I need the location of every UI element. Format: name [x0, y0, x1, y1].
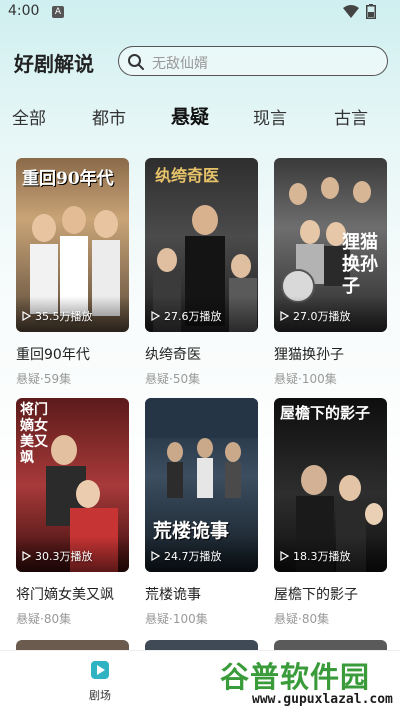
play-count-text: 27.6万播放 [164, 310, 222, 323]
drama-card[interactable]: 狸猫换孙子 27.0万播放 狸猫换孙子 悬疑·100集 [274, 158, 387, 387]
drama-meta: 悬疑·100集 [145, 612, 208, 626]
tab-urban[interactable]: 都市 [92, 104, 126, 129]
app-title: 好剧解说 [14, 52, 94, 76]
header: 好剧解说 无敌仙婿 [0, 40, 400, 86]
play-count-text: 35.5万播放 [35, 310, 93, 323]
poster-title: 屋檐下的影子 [280, 404, 371, 422]
category-tabs: 全部 都市 悬疑 现言 古言 [0, 100, 400, 134]
notification-icon: A [52, 6, 64, 18]
status-bar: 4:00 A [0, 0, 400, 24]
poster-title: 将门嫡女美又飒 [20, 402, 48, 466]
play-count: 27.6万播放 [151, 308, 222, 324]
drama-card[interactable]: 屋檐下的影子 18.3万播放 屋檐下的影子 悬疑·80集 [274, 398, 387, 627]
drama-title[interactable]: 荒楼诡事 [145, 584, 258, 604]
play-icon [151, 551, 160, 561]
play-count-text: 30.3万播放 [35, 550, 93, 563]
drama-card[interactable]: 重回90年代 35.5万播放 重回90年代 悬疑·59集 [16, 158, 129, 387]
play-icon [22, 551, 31, 561]
drama-meta: 悬疑·80集 [16, 612, 72, 626]
theater-icon [91, 661, 109, 679]
drama-card[interactable]: 将门嫡女美又飒 30.3万播放 将门嫡女美又飒 悬疑·80集 [16, 398, 129, 627]
nav-theater[interactable]: 剧场 [80, 659, 120, 703]
wifi-icon [343, 4, 359, 23]
drama-poster[interactable]: 狸猫换孙子 27.0万播放 [274, 158, 387, 332]
play-count-text: 24.7万播放 [164, 550, 222, 563]
play-icon [22, 311, 31, 321]
tab-modern-romance[interactable]: 现言 [253, 104, 287, 129]
watermark: 谷普软件园 www.gupuxlazal.com [212, 650, 400, 714]
search-placeholder: 无敌仙婿 [152, 56, 208, 72]
drama-title[interactable]: 屋檐下的影子 [274, 584, 387, 604]
nav-theater-label: 剧场 [89, 689, 111, 702]
drama-poster[interactable]: 将门嫡女美又飒 30.3万播放 [16, 398, 129, 572]
poster-title: 纨绔奇医 [155, 166, 220, 185]
watermark-url: www.gupuxlazal.com [252, 692, 393, 707]
drama-meta: 悬疑·100集 [274, 372, 337, 386]
drama-card[interactable]: 纨绔奇医 27.6万播放 纨绔奇医 悬疑·50集 [145, 158, 258, 387]
play-icon [151, 311, 160, 321]
drama-meta: 悬疑·50集 [145, 372, 201, 386]
drama-card[interactable]: 荒楼诡事 24.7万播放 荒楼诡事 悬疑·100集 [145, 398, 258, 627]
tab-mystery[interactable]: 悬疑 [171, 102, 209, 129]
drama-poster[interactable]: 纨绔奇医 27.6万播放 [145, 158, 258, 332]
play-count: 27.0万播放 [280, 308, 351, 324]
play-count-text: 27.0万播放 [293, 310, 351, 323]
play-count: 35.5万播放 [22, 308, 93, 324]
search-icon [127, 53, 145, 75]
play-count: 18.3万播放 [280, 548, 351, 564]
drama-meta: 悬疑·80集 [274, 612, 330, 626]
drama-poster[interactable]: 重回90年代 35.5万播放 [16, 158, 129, 332]
poster-title: 重回90年代 [22, 169, 114, 189]
play-icon [280, 551, 289, 561]
play-icon [280, 311, 289, 321]
poster-title: 狸猫换孙子 [342, 232, 378, 297]
play-count-text: 18.3万播放 [293, 550, 351, 563]
drama-title[interactable]: 纨绔奇医 [145, 344, 258, 364]
drama-poster[interactable]: 屋檐下的影子 18.3万播放 [274, 398, 387, 572]
drama-title[interactable]: 重回90年代 [16, 344, 129, 364]
status-time: 4:00 [8, 3, 40, 19]
drama-poster[interactable]: 荒楼诡事 24.7万播放 [145, 398, 258, 572]
battery-icon [366, 4, 376, 23]
drama-title[interactable]: 狸猫换孙子 [274, 344, 387, 364]
watermark-text: 谷普软件园 [220, 660, 371, 694]
drama-meta: 悬疑·59集 [16, 372, 72, 386]
play-count: 24.7万播放 [151, 548, 222, 564]
drama-title[interactable]: 将门嫡女美又飒 [16, 584, 129, 604]
search-input[interactable]: 无敌仙婿 [118, 46, 388, 76]
play-count: 30.3万播放 [22, 548, 93, 564]
tab-all[interactable]: 全部 [12, 104, 46, 129]
tab-ancient-romance[interactable]: 古言 [334, 104, 368, 129]
